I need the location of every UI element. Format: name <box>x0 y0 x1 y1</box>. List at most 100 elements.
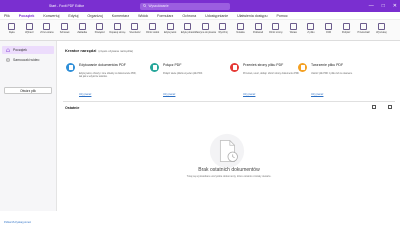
ribbon-button-19[interactable]: Podpisz <box>337 20 355 34</box>
menu-item-7[interactable]: Formularz <box>157 14 173 18</box>
ribbon-button-18[interactable]: OCR <box>320 20 338 34</box>
insert-icon <box>289 23 297 30</box>
empty-state-title: Brak ostatnich dokumentów <box>198 167 260 173</box>
sidebar-item-label: Samouczki wideo <box>13 58 40 62</box>
fit-page-icon <box>113 23 121 30</box>
ribbon-button-7[interactable]: Szerokość <box>126 20 144 34</box>
use-now-link[interactable]: Użyj teraz <box>79 92 91 96</box>
note-icon <box>237 23 245 30</box>
ribbon-button-5[interactable]: Powiększ <box>91 20 109 34</box>
rotate-pages-icon <box>272 23 280 30</box>
grid-view-icon[interactable] <box>372 105 376 109</box>
app-logo-icon <box>3 4 8 16</box>
print-icon[interactable] <box>24 4 29 16</box>
menu-item-9[interactable]: Udostępnianie <box>205 14 228 18</box>
use-now-link[interactable]: Użyj teraz <box>243 92 255 96</box>
menu-item-5[interactable]: Komentarz <box>112 14 129 18</box>
tools-title: Kreator narzędzi <box>65 48 97 53</box>
title-bar: Start - Foxit PDF Editor Wyszukiwanie — … <box>0 0 400 17</box>
ribbon-button-8[interactable]: Obróć widok <box>144 20 162 34</box>
menu-item-2[interactable]: Konwertuj <box>43 14 59 18</box>
bookmark-icon <box>78 23 86 30</box>
sidebar-item-label: Początek <box>13 48 27 52</box>
close-button[interactable]: ✕ <box>393 3 397 9</box>
snapshot-icon <box>43 23 51 30</box>
redo-icon[interactable] <box>38 4 43 16</box>
menu-item-3[interactable]: Edytuj <box>68 14 78 18</box>
ribbon-button-13[interactable]: Notatka <box>232 20 250 34</box>
ribbon-button-20[interactable]: Przekształć <box>355 20 373 34</box>
hand-icon <box>8 23 16 30</box>
ribbon-button-2[interactable]: Zrzut ekranu <box>38 20 56 34</box>
menu-item-0[interactable]: Plik <box>4 14 10 18</box>
sidebar-item-start[interactable]: Początek <box>2 46 54 54</box>
tools-header: Kreator narzędzi (często używane narzędz… <box>65 48 133 53</box>
ribbon-button-label: Zakładka <box>77 30 88 34</box>
ribbon-button-6[interactable]: Dopasuj stronę <box>109 20 127 34</box>
ribbon-button-label: Podświetl <box>252 30 264 34</box>
menu-item-4[interactable]: Organizuj <box>87 14 102 18</box>
undo-icon[interactable] <box>31 4 36 16</box>
select-icon <box>25 23 33 30</box>
clipboard-icon <box>61 23 69 30</box>
ribbon-button-label: Notatka <box>236 30 245 34</box>
edit-object-icon <box>184 23 192 30</box>
help-link[interactable]: Pobierz/Uzyskaj pomoc <box>4 221 31 224</box>
recent-title: Ostatnie <box>65 106 80 110</box>
menu-item-6[interactable]: Widok <box>138 14 148 18</box>
ribbon-button-11[interactable]: Maszyna do pisania <box>194 20 216 34</box>
ribbon-button-label: Dopasuj stronę <box>109 30 126 34</box>
from-file-icon <box>307 23 315 30</box>
ocr-icon <box>324 23 332 30</box>
menu-item-10[interactable]: Ułatwienia dostępu <box>237 14 267 18</box>
ribbon-button-16[interactable]: Wstaw <box>285 20 303 34</box>
ribbon-button-0[interactable]: Ręka <box>3 20 21 34</box>
ribbon-button-label: Przekształć <box>357 30 370 34</box>
card-description: Połącz wiele plików w jeden plik PDF. <box>163 72 203 75</box>
save-icon[interactable] <box>17 4 22 16</box>
ribbon-button-label: Wyszukaj <box>376 30 387 34</box>
ribbon-button-label: Szerokość <box>129 30 141 34</box>
highlight-icon <box>219 23 227 30</box>
search-icon <box>377 23 385 30</box>
menu-item-11[interactable]: Pomoc <box>277 14 288 18</box>
window-title: Start - Foxit PDF Editor <box>49 4 85 8</box>
menu-item-8[interactable]: Ochrona <box>182 14 196 18</box>
ribbon-button-21[interactable]: Wyszukaj <box>372 20 390 34</box>
card-title: Przenieś strony pliku PDF <box>243 63 284 67</box>
ribbon-button-label: Obróć widok <box>145 30 160 34</box>
card-title: Edytowanie dokumentów PDF <box>79 63 126 67</box>
ribbon-button-17[interactable]: Z pliku <box>302 20 320 34</box>
ribbon-button-label: Wstaw <box>289 30 297 34</box>
ribbon-button-4[interactable]: Zakładka <box>73 20 91 34</box>
home-icon <box>6 48 10 52</box>
ribbon-button-label: Podpisz <box>341 30 351 34</box>
sidebar: Początek Samouczki wideo Otwórz plik Pob… <box>0 41 57 224</box>
ribbon-button-label: Schowek <box>59 30 70 34</box>
ribbon-toolbar: Ręka Wybierz Zrzut ekranu Schowek Zakładka Po… <box>0 19 400 41</box>
combine-pdf-icon <box>150 63 159 72</box>
typewriter-icon <box>201 23 209 30</box>
ribbon-button-14[interactable]: Podświetl <box>249 20 267 34</box>
ribbon-button-label: Maszyna do pisania <box>194 30 216 34</box>
help-link-label: Pobierz/Uzyskaj pomoc <box>4 221 32 224</box>
maximize-button[interactable]: □ <box>382 3 385 9</box>
ribbon-button-15[interactable]: Obróć strony <box>267 20 285 34</box>
edit-pdf-icon <box>66 63 75 72</box>
card-description: Edytuj tekst, obrazy i inne obiekty w do… <box>79 72 137 78</box>
menu-item-1[interactable]: Początek <box>18 14 34 20</box>
ribbon-button-1[interactable]: Wybierz <box>21 20 39 34</box>
delete-icon[interactable] <box>388 105 392 109</box>
minimize-button[interactable]: — <box>369 3 374 9</box>
use-now-link[interactable]: Użyj teraz <box>311 92 323 96</box>
open-file-button[interactable]: Otwórz plik <box>4 87 52 94</box>
open-icon[interactable] <box>10 4 15 17</box>
ribbon-button-12[interactable]: Wyróżnij <box>214 20 232 34</box>
ribbon-button-9[interactable]: Edytuj tekst <box>161 20 179 34</box>
zoom-icon <box>96 23 104 30</box>
search-input[interactable]: Wyszukiwanie <box>140 2 230 10</box>
sidebar-item-video-tutorials[interactable]: Samouczki wideo <box>2 56 54 64</box>
ribbon-button-3[interactable]: Schowek <box>56 20 74 34</box>
use-now-link[interactable]: Użyj teraz <box>163 92 175 96</box>
tools-subtitle: (często używane narzędzia) <box>98 49 134 53</box>
